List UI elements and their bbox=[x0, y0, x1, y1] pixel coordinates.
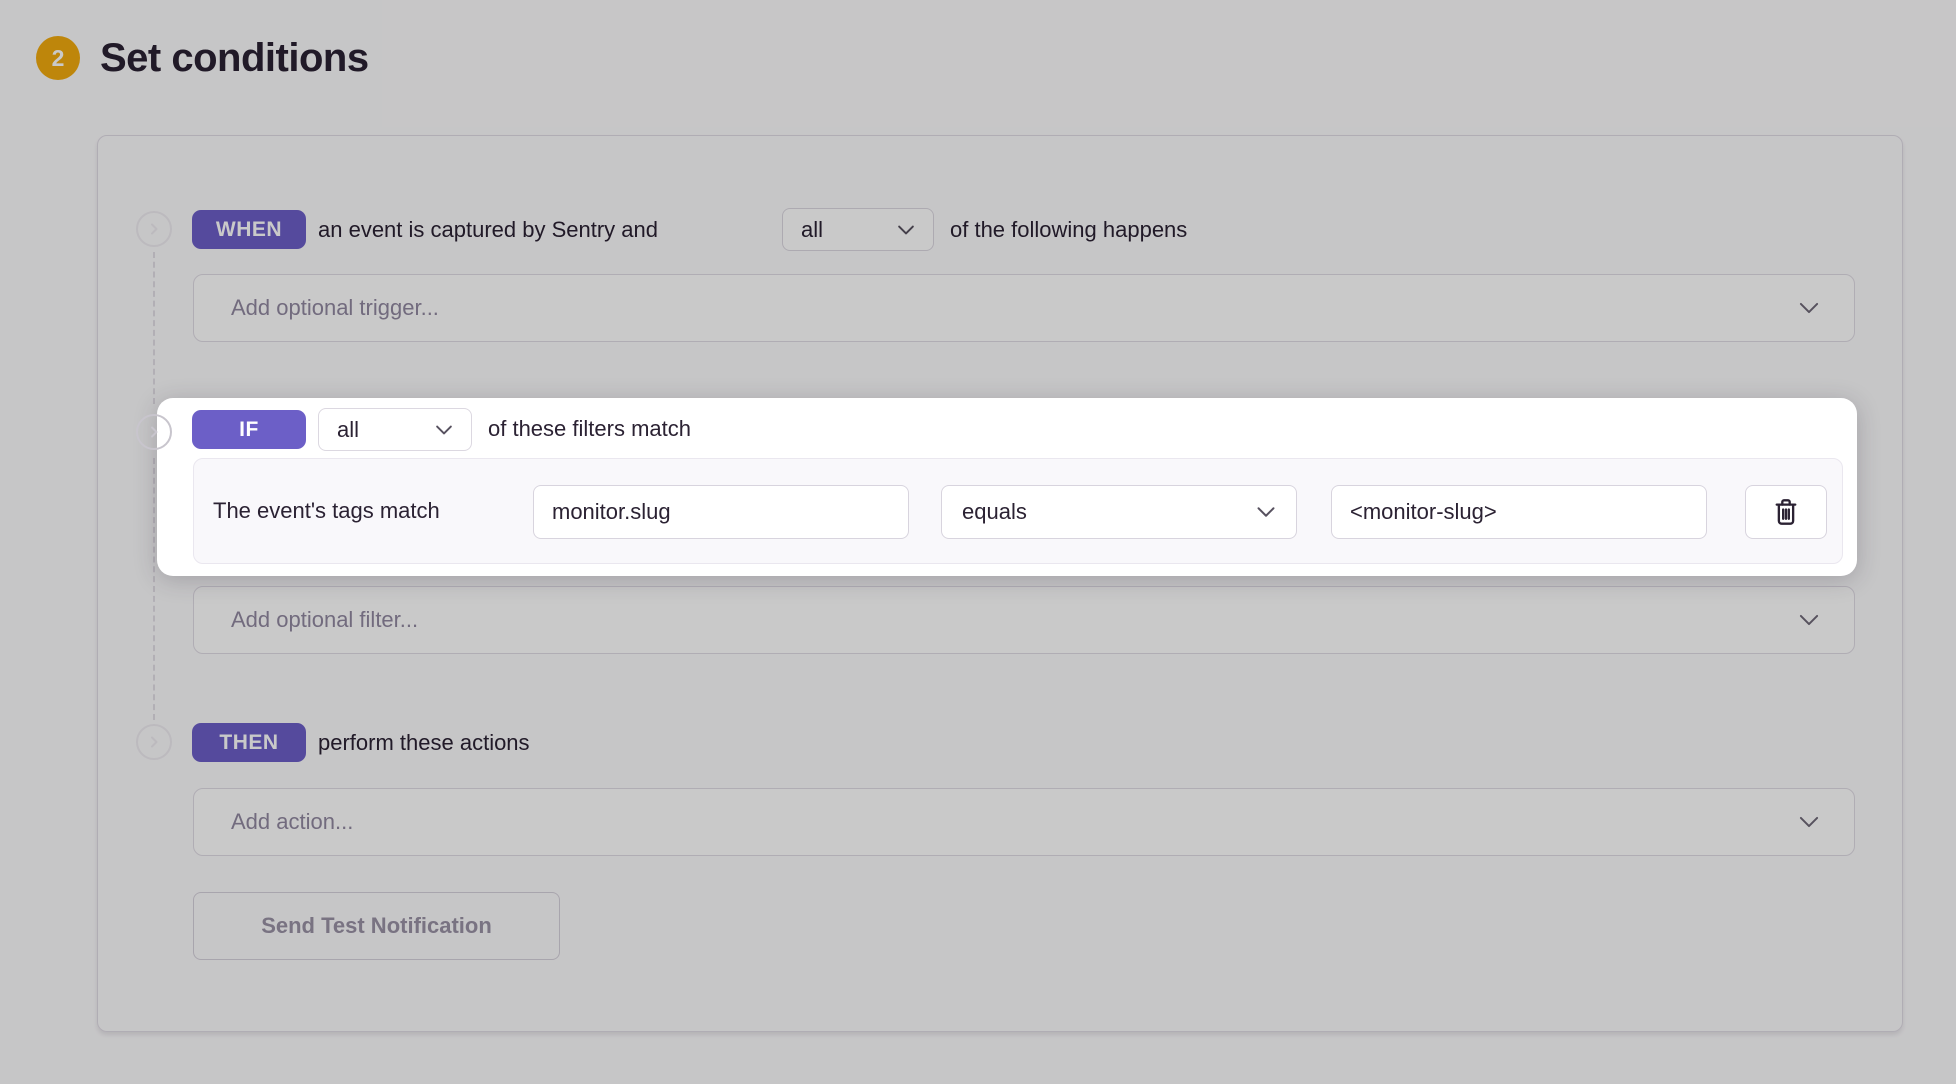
chevron-down-icon bbox=[1796, 295, 1822, 321]
chevron-right-icon bbox=[146, 221, 162, 237]
if-badge: IF bbox=[192, 410, 306, 449]
then-collapse-chevron-icon[interactable] bbox=[136, 724, 172, 760]
add-optional-trigger-dropdown[interactable]: Add optional trigger... bbox=[193, 274, 1855, 342]
add-optional-filter-placeholder: Add optional filter... bbox=[231, 607, 418, 633]
filter-match-dropdown[interactable]: equals bbox=[941, 485, 1297, 539]
add-optional-filter-dropdown[interactable]: Add optional filter... bbox=[193, 586, 1855, 654]
delete-filter-button[interactable] bbox=[1745, 485, 1827, 539]
if-text-after: of these filters match bbox=[488, 415, 691, 443]
chevron-down-icon bbox=[1796, 607, 1822, 633]
filter-key-input[interactable] bbox=[533, 485, 909, 539]
when-all-any-dropdown[interactable]: all bbox=[782, 208, 934, 251]
connector-dashed-line bbox=[153, 458, 155, 720]
chevron-right-icon bbox=[146, 424, 162, 440]
filter-condition-row: The event's tags match equals bbox=[193, 458, 1843, 564]
page-title: Set conditions bbox=[100, 35, 369, 81]
when-collapse-chevron-icon[interactable] bbox=[136, 211, 172, 247]
when-text-after: of the following happens bbox=[950, 216, 1187, 244]
filter-match-value: equals bbox=[962, 499, 1027, 525]
if-collapse-chevron-icon[interactable] bbox=[136, 414, 172, 450]
chevron-down-icon bbox=[1796, 809, 1822, 835]
when-badge: WHEN bbox=[192, 210, 306, 249]
chevron-down-icon bbox=[1254, 500, 1278, 524]
connector-dashed-line bbox=[153, 252, 155, 404]
trash-icon bbox=[1771, 496, 1801, 528]
step-number-badge: 2 bbox=[36, 36, 80, 80]
add-optional-trigger-placeholder: Add optional trigger... bbox=[231, 295, 439, 321]
add-action-dropdown[interactable]: Add action... bbox=[193, 788, 1855, 856]
filter-value-input[interactable] bbox=[1331, 485, 1707, 539]
filter-condition-label: The event's tags match bbox=[213, 459, 440, 563]
chevron-down-icon bbox=[895, 219, 917, 241]
chevron-right-icon bbox=[146, 734, 162, 750]
if-all-any-value: all bbox=[337, 417, 359, 443]
if-all-any-dropdown[interactable]: all bbox=[318, 408, 472, 451]
then-text-after: perform these actions bbox=[318, 729, 530, 757]
step-number: 2 bbox=[52, 45, 65, 72]
chevron-down-icon bbox=[433, 419, 455, 441]
add-action-placeholder: Add action... bbox=[231, 809, 353, 835]
send-test-notification-button[interactable]: Send Test Notification bbox=[193, 892, 560, 960]
then-badge: THEN bbox=[192, 723, 306, 762]
when-all-any-value: all bbox=[801, 217, 823, 243]
when-text-before: an event is captured by Sentry and bbox=[318, 216, 658, 244]
if-filters-spotlight-card: IF all of these filters match The event'… bbox=[157, 398, 1857, 576]
